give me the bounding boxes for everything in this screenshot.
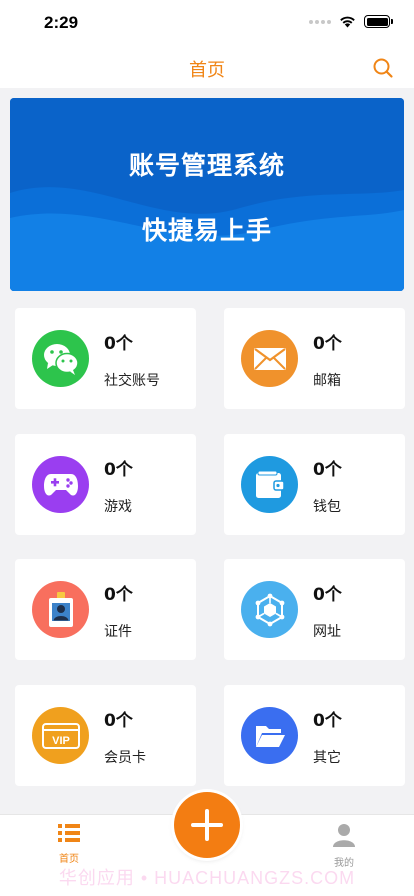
tab-home-label: 首页: [59, 854, 79, 865]
card-count: 0个: [104, 585, 133, 605]
user-icon: [333, 824, 355, 847]
card-label: 邮箱: [313, 373, 341, 389]
status-bar: 2:29: [0, 0, 414, 46]
network-icon: [241, 581, 298, 638]
id-badge-icon: [32, 581, 89, 638]
status-indicators: [309, 15, 393, 28]
wifi-icon: [340, 16, 355, 28]
list-icon: [58, 824, 80, 842]
card-count: 0个: [104, 460, 133, 480]
category-card-games[interactable]: 0个 游戏: [15, 434, 196, 535]
add-button[interactable]: [174, 792, 240, 858]
banner-subtitle: 快捷易上手: [141, 216, 272, 245]
category-card-id[interactable]: 0个 证件: [15, 559, 196, 660]
tab-me[interactable]: 我的: [314, 823, 374, 869]
tab-home[interactable]: 首页: [39, 823, 99, 865]
svg-text:VIP: VIP: [52, 735, 70, 747]
banner[interactable]: 账号管理系统 快捷易上手: [10, 98, 404, 291]
card-label: 会员卡: [104, 750, 146, 766]
card-label: 社交账号: [104, 373, 160, 389]
category-card-website[interactable]: 0个 网址: [224, 559, 405, 660]
category-card-other[interactable]: 0个 其它: [224, 685, 405, 786]
plus-icon: [191, 809, 223, 841]
category-card-membership[interactable]: VIP 0个 会员卡: [15, 685, 196, 786]
card-count: 0个: [313, 460, 342, 480]
nav-header: 首页: [0, 46, 414, 88]
card-count: 0个: [313, 585, 342, 605]
card-count: 0个: [313, 711, 342, 731]
card-label: 钱包: [313, 499, 341, 515]
folder-icon: [241, 707, 298, 764]
watermark: 华创应用 • HUACHUANGZS.COM: [58, 868, 356, 888]
battery-icon: [364, 15, 393, 28]
banner-waves: [10, 98, 404, 291]
card-label: 网址: [313, 624, 341, 640]
search-icon[interactable]: [372, 57, 394, 79]
card-count: 0个: [313, 334, 342, 354]
wallet-icon: [241, 456, 298, 513]
wechat-icon: [32, 330, 89, 387]
card-count: 0个: [104, 334, 133, 354]
vip-card-icon: VIP: [32, 707, 89, 764]
signal-icon: [309, 19, 331, 24]
status-time: 2:29: [44, 13, 79, 32]
card-label: 游戏: [104, 499, 132, 515]
page-title: 首页: [189, 60, 225, 81]
banner-title: 账号管理系统: [128, 151, 285, 180]
mail-icon: [241, 330, 298, 387]
category-card-social[interactable]: 0个 社交账号: [15, 308, 196, 409]
card-label: 证件: [104, 624, 132, 640]
category-card-wallet[interactable]: 0个 钱包: [224, 434, 405, 535]
gamepad-icon: [32, 456, 89, 513]
card-label: 其它: [313, 750, 341, 766]
category-card-email[interactable]: 0个 邮箱: [224, 308, 405, 409]
card-count: 0个: [104, 711, 133, 731]
